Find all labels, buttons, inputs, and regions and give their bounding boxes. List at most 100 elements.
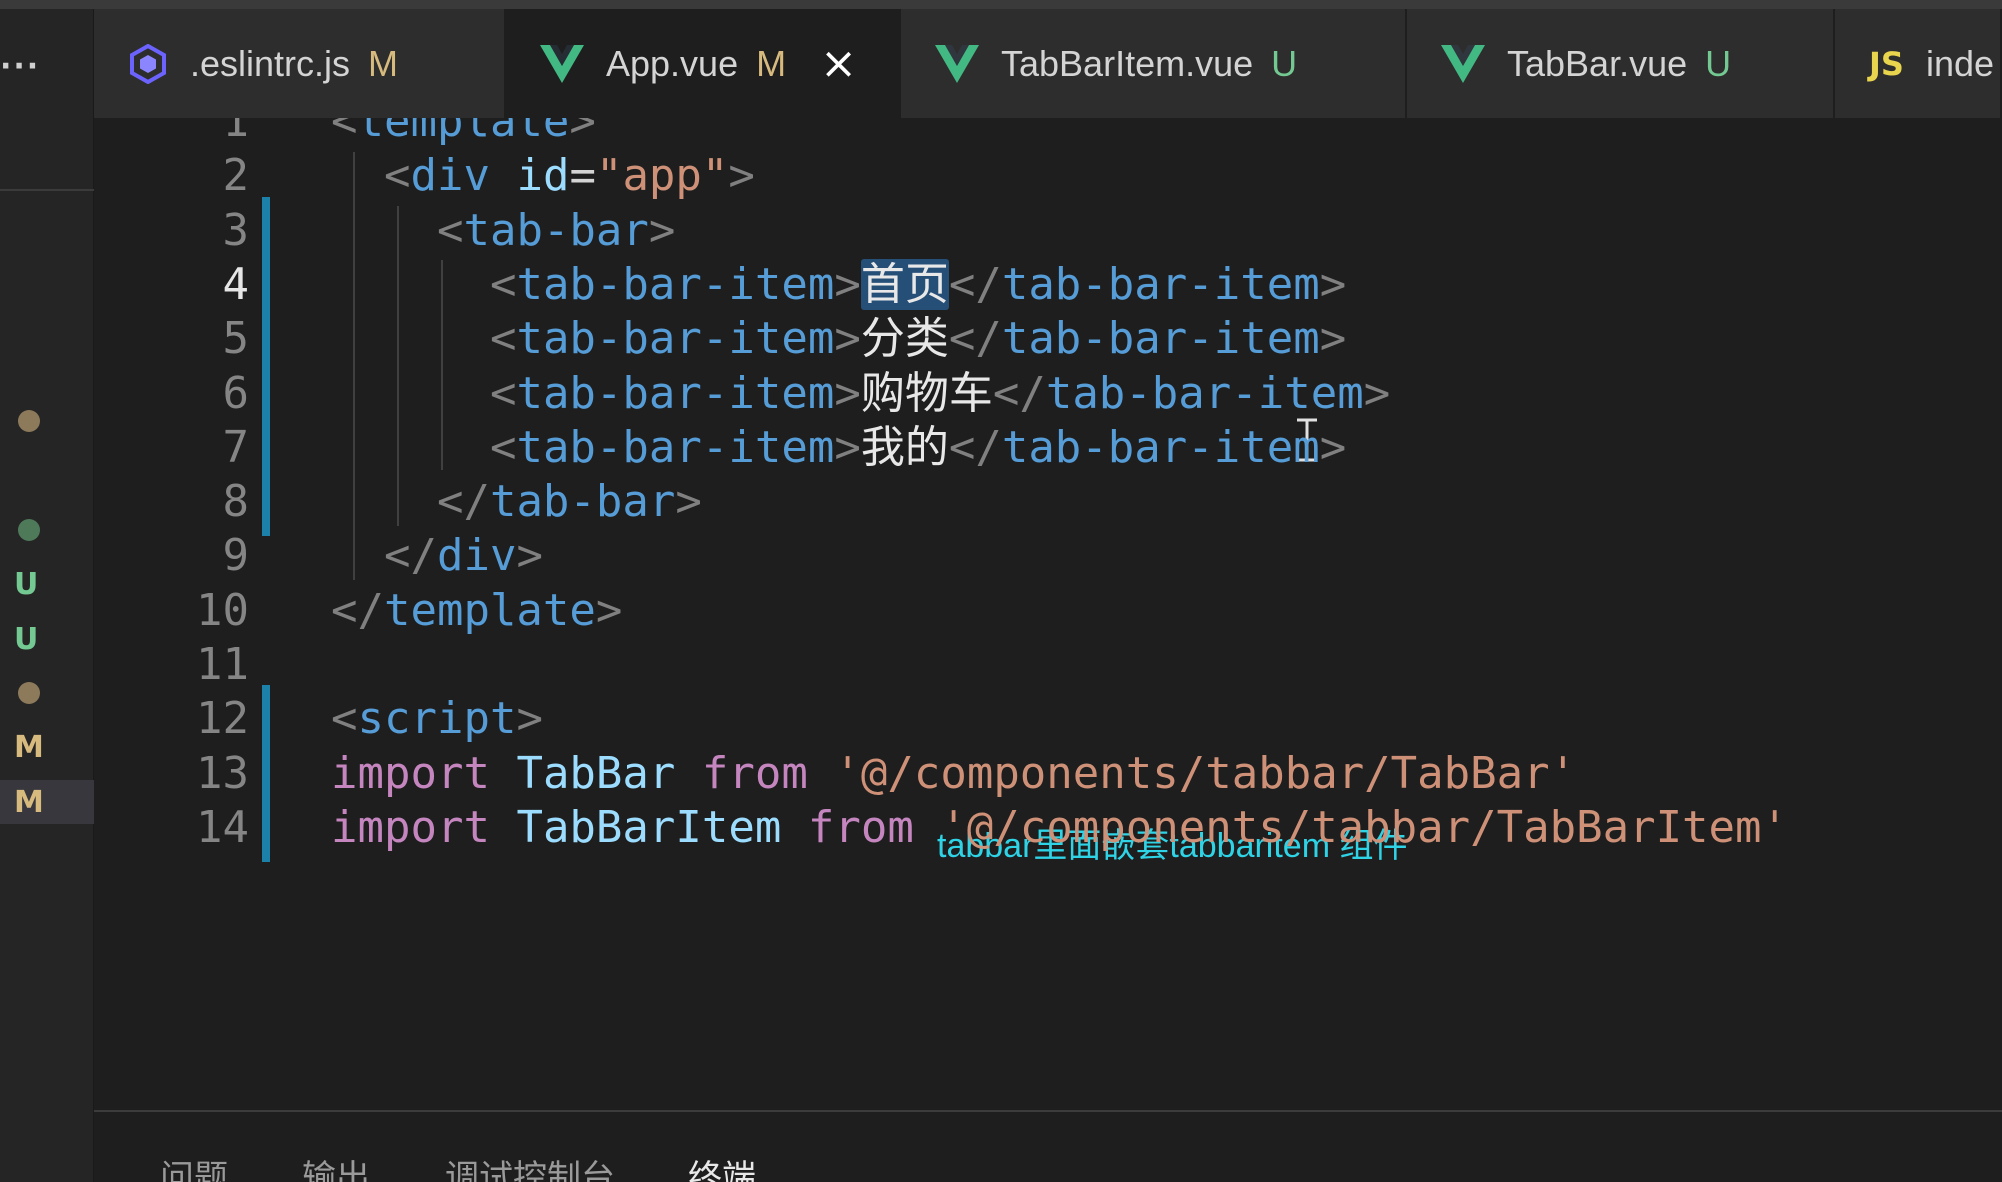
bracket-token: > — [1363, 368, 1391, 419]
editor-tab-bar: .eslintrc.js M App.vue M × TabBarItem.vue U Tab… — [94, 9, 2002, 118]
editor-tab[interactable]: TabBar.vue U — [1407, 9, 1835, 118]
keyword-token: import — [331, 748, 490, 799]
git-status-dot — [0, 671, 94, 715]
identifier-token: TabBar — [516, 748, 676, 799]
tab-label: App.vue — [606, 42, 739, 84]
tag-name-token: tab-bar-item — [1001, 259, 1320, 310]
tag-name-token: tab-bar-item — [516, 313, 835, 364]
code-line[interactable]: 14 import TabBarItem from '@/components/t… — [94, 794, 2002, 862]
attribute-token: id — [516, 150, 570, 201]
tag-name-token: tab-bar-item — [516, 368, 835, 419]
git-change-gutter — [262, 794, 270, 862]
bracket-token: < — [489, 368, 517, 419]
tag-name-token: div — [410, 150, 490, 201]
bracket-token: > — [516, 693, 543, 744]
tab-label: TabBar.vue — [1507, 42, 1688, 84]
activity-separator — [0, 189, 94, 191]
code-token: = — [569, 150, 596, 201]
tag-name-token: template — [383, 585, 596, 636]
panel-tab[interactable]: 输出 — [302, 1150, 370, 1182]
bracket-token: > — [1319, 313, 1347, 364]
editor-tab[interactable]: TabBarItem.vue U — [901, 9, 1407, 118]
git-status-label: M — [14, 729, 44, 765]
js-icon: JS — [1869, 45, 1904, 83]
text-content-token: 我的 — [860, 422, 949, 473]
git-status-label: U — [14, 566, 39, 602]
bracket-token: > — [516, 530, 543, 581]
more-actions-icon[interactable]: ··· — [0, 49, 94, 84]
bracket-token: > — [1319, 259, 1347, 310]
panel-tab[interactable]: 调试控制台 — [445, 1150, 615, 1182]
bracket-token: > — [834, 422, 861, 473]
git-status-label: M — [14, 784, 44, 820]
git-status-dot-icon — [18, 410, 40, 432]
bottom-panel: 问题 输出 调试控制台 终端 — [94, 1110, 2002, 1182]
tag-name-token: tab-bar-item — [1045, 368, 1364, 419]
line-number: 14 — [196, 802, 249, 853]
tag-name-token: tab-bar — [489, 476, 676, 527]
panel-tab[interactable]: 问题 — [160, 1150, 228, 1182]
tag-name-token: tab-bar — [463, 205, 649, 256]
tag-name-token: tab-bar-item — [1001, 313, 1320, 364]
tag-name-token: tab-bar-item — [516, 422, 835, 473]
bracket-token: > — [595, 585, 623, 636]
bracket-token: > — [1319, 422, 1347, 473]
text-content-token: 购物车 — [860, 368, 993, 419]
panel-tab[interactable]: 终端 — [688, 1150, 756, 1182]
code-text: import TabBarItem from '@/components/tab… — [331, 794, 1788, 862]
vscode-window: ··· UUMM .eslintrc.js M App.vue M × TabBarIte… — [0, 0, 2002, 1182]
tag-name-token: div — [436, 530, 517, 581]
bracket-token: > — [834, 368, 861, 419]
bracket-token: </ — [948, 259, 1002, 310]
bracket-token: > — [675, 476, 702, 527]
editor-tab[interactable]: .eslintrc.js M — [94, 9, 506, 118]
git-status-letter: U — [0, 617, 94, 661]
git-status-dot — [0, 508, 94, 552]
bracket-token: < — [489, 259, 517, 310]
vue-icon — [1441, 44, 1485, 83]
tab-label: TabBarItem.vue — [1001, 42, 1254, 84]
keyword-token: from — [701, 748, 808, 799]
keyword-token: import — [331, 802, 490, 853]
close-tab-icon[interactable]: × — [820, 38, 857, 89]
tag-name-token: tab-bar-item — [516, 259, 835, 310]
js-icon-text: JS — [1869, 44, 1904, 83]
eslint-icon — [128, 43, 168, 84]
bracket-token: < — [383, 150, 411, 201]
bracket-token: </ — [331, 585, 384, 636]
bracket-token: > — [834, 313, 861, 364]
git-status-letter: M — [0, 780, 94, 824]
editor-tab[interactable]: App.vue M × — [506, 9, 901, 118]
string-token: '@/components/tabbar/TabBarItem' — [940, 802, 1789, 853]
bracket-token: > — [648, 205, 676, 256]
bracket-token: </ — [948, 422, 1002, 473]
code-editor[interactable]: tabbar里面嵌套tabbaritem 组件 1 <template> 2 <di… — [94, 118, 2002, 1110]
git-status-badge: U — [1271, 42, 1298, 84]
git-status-dot — [0, 399, 94, 443]
git-status-dot-icon — [18, 519, 40, 541]
identifier-token: TabBarItem — [516, 802, 782, 853]
string-token: '@/components/tabbar/TabBar' — [834, 748, 1577, 799]
bracket-token: </ — [436, 476, 490, 527]
text-content-token: 分类 — [860, 313, 949, 364]
tag-name-token: script — [357, 693, 517, 744]
editor-tab[interactable]: JS inde — [1835, 9, 2002, 118]
git-status-badge: M — [756, 42, 787, 84]
activity-bar: ··· UU MM — [0, 9, 94, 1182]
tab-label: inde — [1925, 42, 1995, 84]
tab-label: .eslintrc.js — [190, 42, 351, 84]
keyword-token: from — [807, 802, 914, 853]
